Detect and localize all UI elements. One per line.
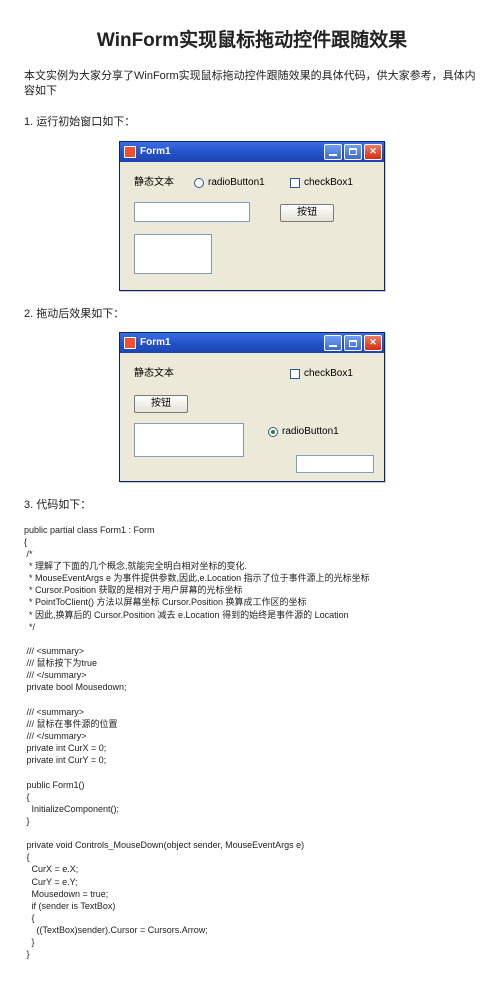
window-before: Form1 静态文本 radioButton1 checkBox1 按钮	[119, 141, 385, 291]
maximize-button[interactable]	[344, 144, 362, 160]
static-label: 静态文本	[134, 176, 174, 190]
titlebar[interactable]: Form1	[120, 333, 384, 353]
radio-button[interactable]: radioButton1	[194, 176, 265, 190]
checkbox-box-icon	[290, 369, 300, 379]
checkbox-label: checkBox1	[304, 176, 353, 190]
textbox-2[interactable]	[134, 234, 212, 274]
radio-label: radioButton1	[208, 176, 265, 190]
textbox-2[interactable]	[296, 455, 374, 473]
radio-button[interactable]: radioButton1	[268, 425, 339, 439]
radio-dot-icon	[268, 427, 278, 437]
app-icon	[124, 146, 136, 158]
section-label-1: 1. 运行初始窗口如下：	[24, 115, 480, 130]
radio-label: radioButton1	[282, 425, 339, 439]
textbox-1[interactable]	[134, 423, 244, 457]
window-title: Form1	[140, 336, 322, 350]
static-label: 静态文本	[134, 367, 174, 381]
checkbox-box-icon	[290, 178, 300, 188]
page-title: WinForm实现鼠标拖动控件跟随效果	[24, 28, 480, 55]
section-label-3: 3. 代码如下：	[24, 498, 480, 513]
minimize-button[interactable]	[324, 335, 342, 351]
titlebar[interactable]: Form1	[120, 142, 384, 162]
window-after: Form1 静态文本 checkBox1 按钮 radioButton1	[119, 332, 385, 482]
app-icon	[124, 337, 136, 349]
checkbox-label: checkBox1	[304, 367, 353, 381]
section-label-2: 2. 拖动后效果如下：	[24, 307, 480, 322]
textbox-1[interactable]	[134, 202, 250, 222]
maximize-button[interactable]	[344, 335, 362, 351]
minimize-button[interactable]	[324, 144, 342, 160]
radio-dot-icon	[194, 178, 204, 188]
checkbox[interactable]: checkBox1	[290, 367, 353, 381]
window-title: Form1	[140, 145, 322, 159]
checkbox[interactable]: checkBox1	[290, 176, 353, 190]
button[interactable]: 按钮	[280, 204, 334, 222]
close-button[interactable]	[364, 335, 382, 351]
intro-text: 本文实例为大家分享了WinForm实现鼠标拖动控件跟随效果的具体代码，供大家参考…	[24, 69, 480, 100]
button[interactable]: 按钮	[134, 395, 188, 413]
close-button[interactable]	[364, 144, 382, 160]
code-block: public partial class Form1 : Form { /* *…	[24, 524, 480, 961]
